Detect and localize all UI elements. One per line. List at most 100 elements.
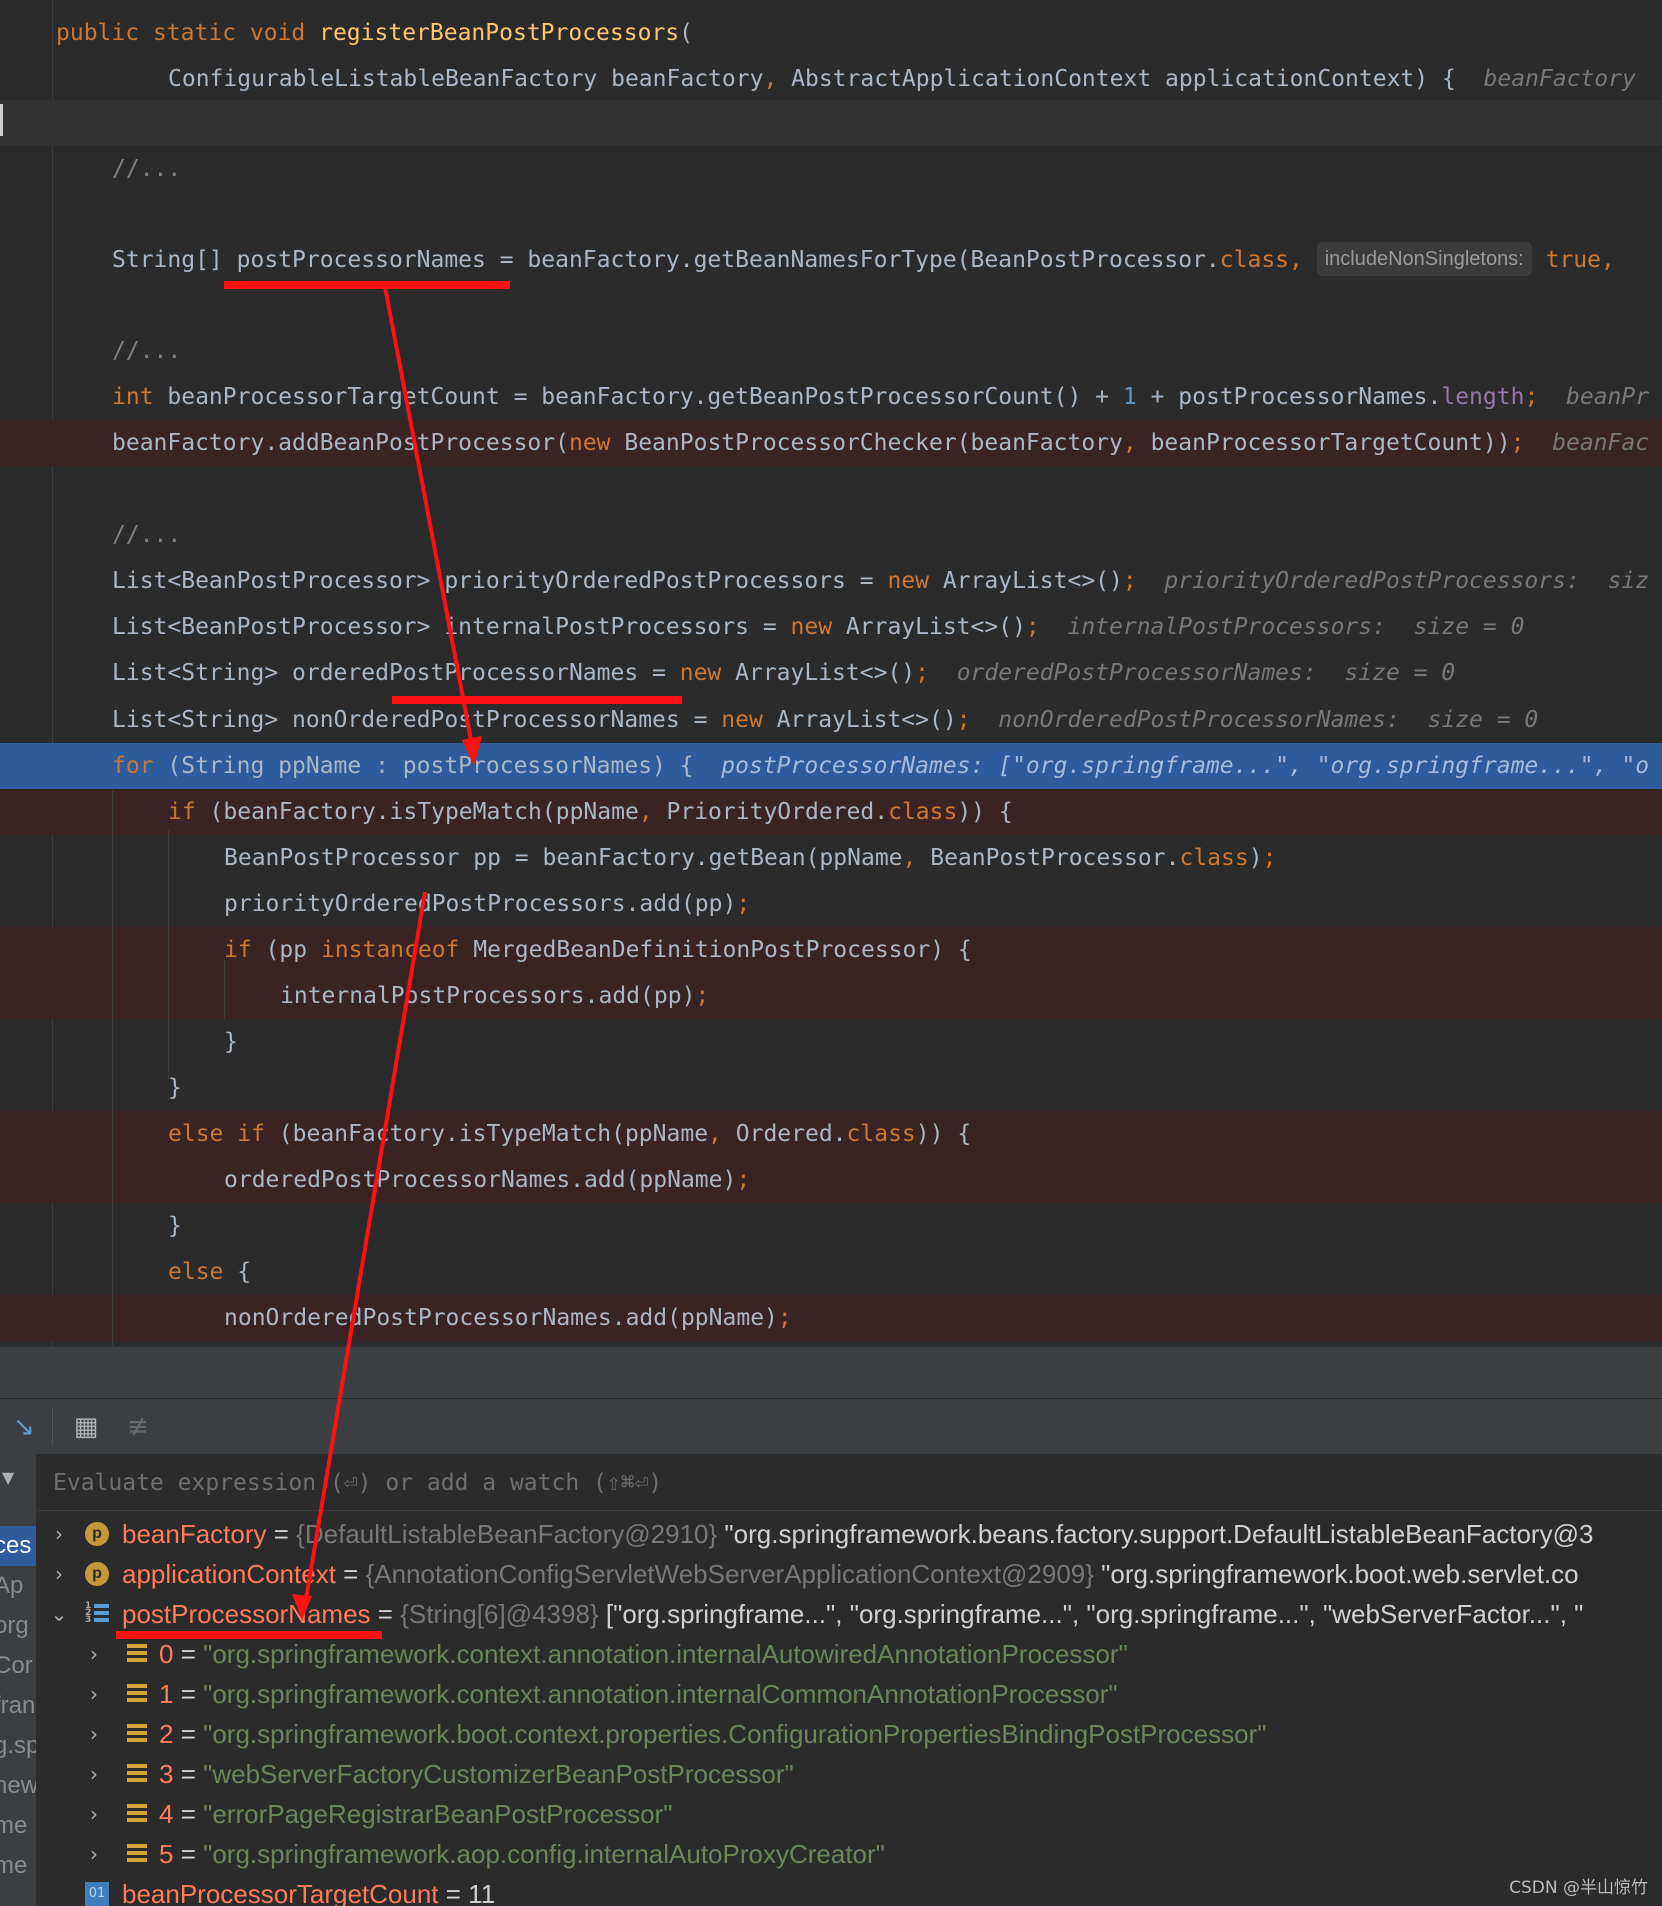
inline-value-hint: beanFactory [1483, 66, 1636, 92]
inline-value-hint: priorityOrderedPostProcessors: siz [1164, 568, 1650, 594]
step-into-cursor-icon[interactable]: ↘ [8, 1411, 40, 1443]
code-text: } [168, 1065, 182, 1111]
equals-sign: = [173, 1639, 204, 1669]
code-text: internalPostProcessors.add(pp); [280, 973, 709, 1019]
chevron-down-icon[interactable]: ▼ [2, 1468, 14, 1487]
code-line[interactable]: //... [0, 146, 1662, 192]
expand-chevron-icon[interactable]: › [82, 1754, 106, 1794]
variable-row[interactable]: ⌄ 1 2 3 postProcessorNames = {String[6]@4398… [37, 1594, 1662, 1634]
code-token: , [902, 845, 931, 871]
equals-sign: = [335, 1559, 366, 1589]
code-token: String[] postProcessorNames = beanFactor… [112, 247, 1220, 273]
code-token: ; [956, 707, 999, 733]
code-token: priorityOrderedPostProcessors.add(pp) [224, 891, 737, 917]
stack-frame-item[interactable]: g.sp [0, 1726, 36, 1766]
editor-bottom-strip [0, 1346, 1662, 1399]
variable-row[interactable]: › 2 = "org.springframework.boot.context.p… [37, 1714, 1662, 1754]
expand-chevron-icon[interactable]: › [82, 1794, 106, 1834]
code-token: ArrayList<>() [776, 707, 957, 733]
expand-chevron-icon[interactable]: › [82, 1634, 106, 1674]
indent-guide [224, 960, 225, 1020]
code-token: BeanPostProcessorChecker(beanFactory [624, 430, 1123, 456]
code-token: registerBeanPostProcessors [319, 20, 680, 46]
code-line[interactable]: else { [0, 1249, 1662, 1295]
code-line[interactable]: List<String> orderedPostProcessorNames =… [0, 650, 1662, 696]
code-line[interactable]: nonOrderedPostProcessorNames.add(ppName)… [0, 1295, 1662, 1341]
evaluate-expression-input[interactable] [51, 1454, 1645, 1512]
code-line[interactable]: } [0, 1203, 1662, 1249]
stack-frame-item[interactable]: me [0, 1806, 27, 1846]
collapse-chevron-icon[interactable]: ⌄ [47, 1594, 71, 1634]
variable-row[interactable]: › 4 = "errorPageRegistrarBeanPostProcesso… [37, 1794, 1662, 1834]
debug-toolbar: ↘ ▦ ≢ [0, 1398, 1662, 1456]
code-token: class [888, 799, 958, 825]
stack-frame-item[interactable]: fran [0, 1686, 35, 1726]
code-line[interactable]: List<BeanPostProcessor> priorityOrderedP… [0, 558, 1662, 604]
expand-chevron-icon[interactable]: › [82, 1674, 106, 1714]
expand-chevron-icon[interactable]: › [82, 1714, 106, 1754]
show-lines-icon[interactable]: ≢ [122, 1411, 154, 1443]
code-text: List<BeanPostProcessor> internalPostProc… [112, 604, 1524, 650]
code-line[interactable]: else if (beanFactory.isTypeMatch(ppName,… [0, 1111, 1662, 1157]
code-text: } [168, 1203, 182, 1249]
stack-frame-item[interactable]: Cor [0, 1646, 33, 1686]
variable-row[interactable]: › p beanFactory = {DefaultListableBeanFact… [37, 1514, 1662, 1554]
code-line[interactable]: ConfigurableListableBeanFactory beanFact… [0, 56, 1662, 102]
code-line[interactable] [0, 100, 1662, 146]
inline-value-hint: beanPr [1566, 384, 1650, 410]
stack-frame-item[interactable]: Ap [0, 1566, 23, 1606]
code-line[interactable]: } [0, 1019, 1662, 1065]
variable-row[interactable]: › 1 = "org.springframework.context.annota… [37, 1674, 1662, 1714]
code-line[interactable]: public static void registerBeanPostProce… [0, 10, 1662, 56]
code-line[interactable]: String[] postProcessorNames = beanFactor… [0, 237, 1662, 283]
code-line[interactable]: if (pp instanceof MergedBeanDefinitionPo… [0, 927, 1662, 973]
code-token: 1 [1122, 384, 1137, 410]
stack-frame-item[interactable]: ces [0, 1526, 36, 1566]
code-line[interactable]: priorityOrderedPostProcessors.add(pp); [0, 881, 1662, 927]
code-line[interactable] [0, 466, 1662, 512]
code-line[interactable] [0, 192, 1662, 238]
code-token: Ordered. [735, 1121, 847, 1147]
code-text: List<String> nonOrderedPostProcessorName… [112, 697, 1538, 743]
code-text: BeanPostProcessor pp = beanFactory.getBe… [224, 835, 1276, 881]
code-token: new [568, 430, 625, 456]
expand-chevron-icon[interactable]: › [47, 1554, 71, 1594]
expand-chevron-icon[interactable]: › [82, 1834, 106, 1874]
code-line[interactable]: if (beanFactory.isTypeMatch(ppName, Prio… [0, 789, 1662, 835]
code-token: nonOrderedPostProcessorNames.add(ppName) [224, 1305, 778, 1331]
variable-type: {DefaultListableBeanFactory@2910} [296, 1519, 718, 1549]
code-editor[interactable]: public static void registerBeanPostProce… [0, 0, 1662, 1346]
element-index: 4 [159, 1799, 174, 1829]
expand-chevron-icon[interactable]: › [47, 1514, 71, 1554]
variable-row[interactable]: 01 beanProcessorTargetCount = 11 [37, 1874, 1662, 1906]
code-token: (beanFactory.isTypeMatch(ppName [209, 799, 639, 825]
code-line[interactable]: beanFactory.addBeanPostProcessor(new Bea… [0, 420, 1662, 466]
element-index: 1 [159, 1679, 174, 1709]
code-token: ; [695, 983, 710, 1009]
code-token: //... [112, 522, 182, 548]
code-line[interactable]: int beanProcessorTargetCount = beanFacto… [0, 374, 1662, 420]
code-line[interactable]: //... [0, 512, 1662, 558]
code-line[interactable]: internalPostProcessors.add(pp); [0, 973, 1662, 1019]
code-line[interactable]: orderedPostProcessorNames.add(ppName); [0, 1157, 1662, 1203]
evaluate-expression-icon[interactable]: ▦ [70, 1411, 102, 1443]
code-token: new [790, 614, 846, 640]
variable-row[interactable]: › 3 = "webServerFactoryCustomizerBeanPost… [37, 1754, 1662, 1794]
variable-text: applicationContext = {AnnotationConfigSe… [122, 1554, 1579, 1594]
array-element-icon [127, 1842, 151, 1866]
code-line[interactable] [0, 282, 1662, 328]
element-value: "org.springframework.aop.config.internal… [203, 1839, 885, 1869]
code-token: BeanPostProcessor pp = beanFactory.getBe… [224, 845, 903, 871]
stack-frame-item[interactable]: org [0, 1606, 29, 1646]
stack-frame-item[interactable]: me [0, 1846, 27, 1886]
code-line[interactable]: } [0, 1065, 1662, 1111]
code-line[interactable]: for (String ppName : postProcessorNames)… [0, 743, 1662, 789]
stack-frame-item[interactable]: new [0, 1766, 36, 1806]
code-line[interactable]: BeanPostProcessor pp = beanFactory.getBe… [0, 835, 1662, 881]
code-line[interactable]: List<BeanPostProcessor> internalPostProc… [0, 604, 1662, 650]
code-line[interactable]: List<String> nonOrderedPostProcessorName… [0, 697, 1662, 743]
variable-row[interactable]: › p applicationContext = {AnnotationConfig… [37, 1554, 1662, 1594]
code-line[interactable]: //... [0, 328, 1662, 374]
variable-row[interactable]: › 5 = "org.springframework.aop.config.int… [37, 1834, 1662, 1874]
variable-row[interactable]: › 0 = "org.springframework.context.annota… [37, 1634, 1662, 1674]
